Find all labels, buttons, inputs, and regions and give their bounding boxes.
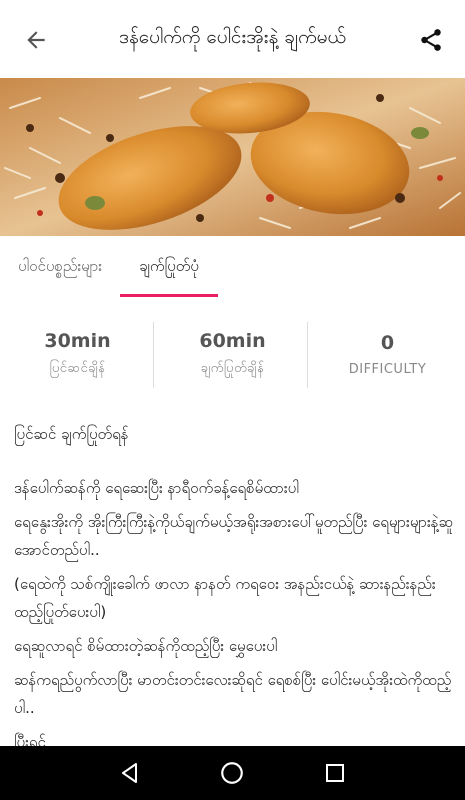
page-title: ဒန်ပေါက်ကို ပေါင်းအိုးနဲ့ ချက်မယ်: [119, 26, 346, 48]
nav-home-icon[interactable]: [202, 746, 262, 800]
app-bar: ဒန်ပေါက်ကို ပေါင်းအိုးနဲ့ ချက်မယ်: [0, 0, 465, 78]
stat-value: 0: [380, 331, 395, 354]
share-icon[interactable]: [415, 24, 447, 56]
instruction-step: ရေနွေးအိုးကို အိုးကြီးကြီးနဲ့ကိုယ်ချက်မယ…: [14, 513, 454, 559]
tab-directions[interactable]: ချက်ပြုတ်ပုံ: [120, 236, 218, 300]
instruction-step: ပြီးရင်: [14, 733, 46, 746]
stat-label: DIFFICULTY: [348, 361, 427, 377]
tab-indicator: [120, 294, 218, 297]
nav-back-icon[interactable]: [100, 746, 160, 800]
tab-ingredients[interactable]: ပါဝင်ပစ္စည်းများ: [0, 236, 120, 300]
arrow-left-icon[interactable]: [20, 24, 52, 56]
instruction-step: ရေဆူလာရင် စိမ်ထားတဲ့ဆန်ကိုထည့်ပြီး မွှေပ…: [14, 637, 278, 655]
stat-label: ချက်ပြုတ်ချိန်: [200, 360, 265, 376]
system-nav-bar: [0, 746, 465, 800]
stat-prep-time: 30min ပြင်ဆင်ချိန်: [0, 318, 155, 390]
recipe-photo: [0, 78, 465, 236]
instructions-heading: ပြင်ဆင် ချက်ပြုတ်ရန်: [14, 425, 129, 443]
tab-bar: ပါဝင်ပစ္စည်းများ ချက်ပြုတ်ပုံ: [0, 236, 465, 300]
instruction-step: ဒန်ပေါက်ဆန်ကို ရေဆေးပြီး နာရီဝက်ခန့်ရေစိ…: [14, 479, 299, 497]
stat-value: 60min: [199, 329, 266, 352]
instructions: ပြင်ဆင် ချက်ပြုတ်ရန် ဒန်ပေါက်ဆန်ကို ရေဆေ…: [14, 420, 454, 746]
stat-divider: [307, 322, 308, 388]
stat-label: ပြင်ဆင်ချိန်: [49, 360, 106, 376]
instruction-step: ဆန်ကရည်ပွက်လာပြီး မာတင်းတင်းလေးဆိုရင် ရေ…: [14, 671, 452, 717]
stat-value: 30min: [44, 329, 111, 352]
stat-difficulty: 0 DIFFICULTY: [310, 318, 465, 390]
recipe-stats: 30min ပြင်ဆင်ချိန် 60min ချက်ပြုတ်ချိန် …: [0, 318, 465, 390]
instruction-step: (ရေထဲကို သစ်ကျိုးခေါက် ဖာလာ နာနတ် ကရဝေး …: [14, 575, 436, 621]
nav-recents-icon[interactable]: [305, 746, 365, 800]
stat-cook-time: 60min ချက်ပြုတ်ချိန်: [155, 318, 310, 390]
stat-divider: [153, 322, 154, 388]
